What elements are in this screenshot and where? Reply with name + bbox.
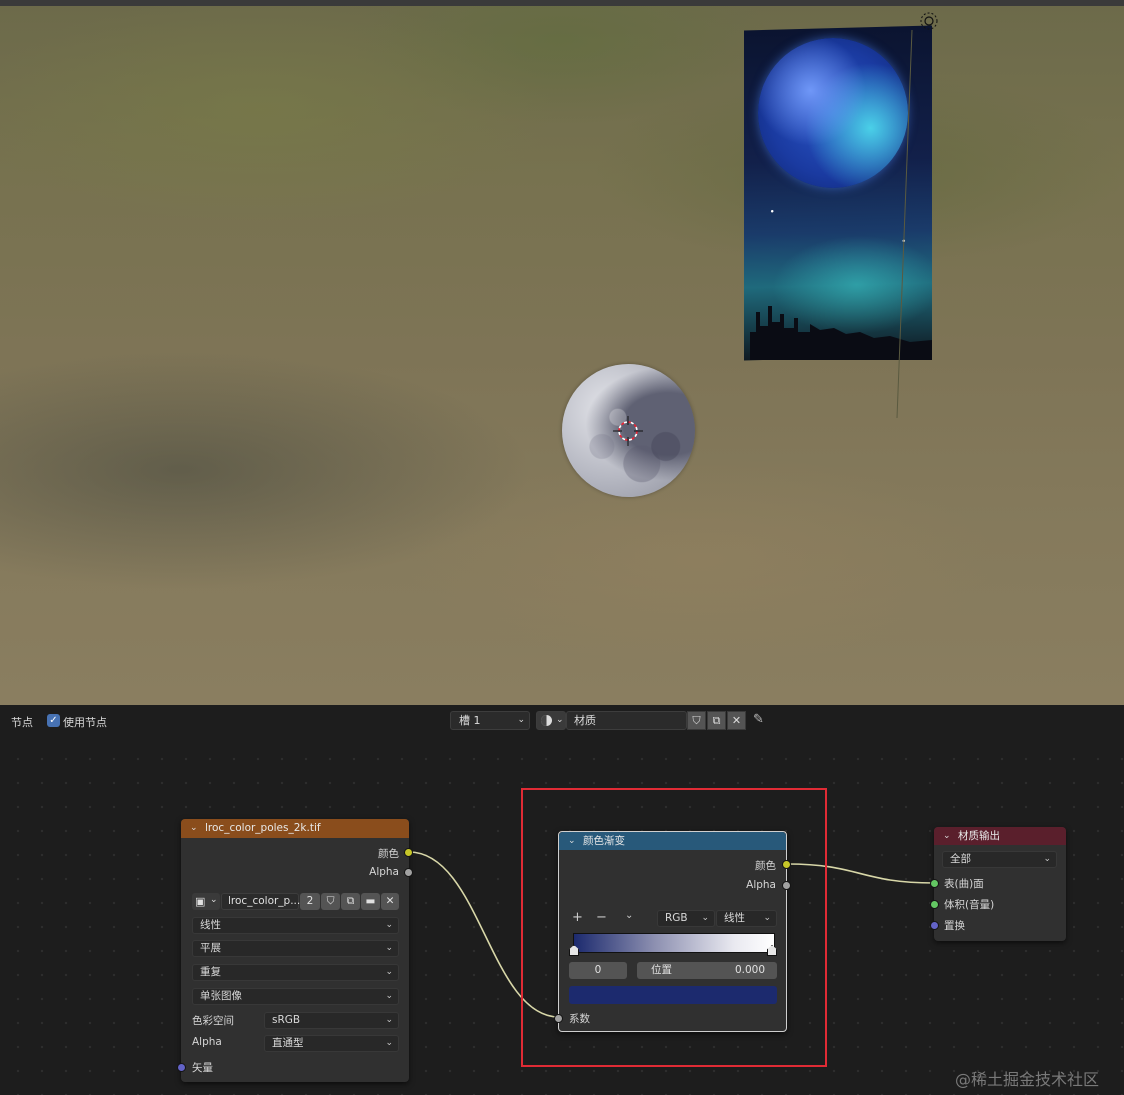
image-icon: ▣ xyxy=(195,895,206,908)
node-menu[interactable]: 节点 xyxy=(11,714,33,730)
source-value: 单张图像 xyxy=(200,990,242,1002)
duplicate-image-icon[interactable]: ⧉ xyxy=(341,893,360,910)
duplicate-material-icon[interactable]: ⧉ xyxy=(707,711,726,730)
input-displacement-label: 置换 xyxy=(944,920,965,932)
extension-dropdown[interactable]: 重复 ⌄ xyxy=(192,964,399,981)
input-volume-socket[interactable] xyxy=(930,900,939,909)
unlink-material-icon[interactable]: ✕ xyxy=(727,711,746,730)
material-output-node[interactable]: ⌄ 材质输出 全部 ⌄ 表(曲)面 体积(音量) 置换 xyxy=(930,827,1066,941)
projection-value: 平展 xyxy=(200,942,221,954)
chevron-down-icon: ⌄ xyxy=(210,895,218,905)
chevron-down-icon: ⌄ xyxy=(385,1015,393,1025)
use-nodes-checkbox[interactable]: ✓ xyxy=(47,714,60,727)
interpolation-dropdown[interactable]: 线性 ⌄ xyxy=(192,917,399,934)
output-color-label: 颜色 xyxy=(378,848,399,860)
extension-value: 重复 xyxy=(200,966,221,978)
material-name: 材质 xyxy=(574,714,596,727)
chevron-down-icon: ⌄ xyxy=(385,920,393,930)
input-vector-socket[interactable] xyxy=(177,1063,186,1072)
input-volume-label: 体积(音量) xyxy=(944,899,995,911)
watermark: @稀土掘金技术社区 xyxy=(955,1070,1100,1089)
node-editor-header: 节点 ✓ 使用节点 槽 1 ⌄ ⌄ 材质 ⛉ ⧉ ✕ ✎ xyxy=(0,705,1124,737)
output-node-header[interactable]: ⌄ 材质输出 xyxy=(934,827,1066,845)
collapse-chevron-icon[interactable]: ⌄ xyxy=(943,827,951,845)
pin-icon[interactable]: ✎ xyxy=(753,712,764,727)
chevron-down-icon: ⌄ xyxy=(1043,854,1051,864)
alpha-mode-value: 直通型 xyxy=(272,1037,304,1049)
collapse-chevron-icon[interactable]: ⌄ xyxy=(190,819,198,838)
output-color-socket[interactable] xyxy=(404,848,413,857)
alpha-mode-dropdown[interactable]: 直通型 ⌄ xyxy=(264,1035,399,1052)
light-object-icon[interactable] xyxy=(918,10,940,32)
input-surface-label: 表(曲)面 xyxy=(944,878,984,890)
slot-dropdown[interactable]: 槽 1 ⌄ xyxy=(450,711,530,730)
fake-user-shield-icon[interactable]: ⛉ xyxy=(321,893,340,910)
chevron-down-icon: ⌄ xyxy=(385,943,393,953)
material-sphere-icon xyxy=(541,715,552,726)
fake-user-shield-icon[interactable]: ⛉ xyxy=(687,711,706,730)
alpha-mode-label: Alpha xyxy=(192,1036,222,1048)
3d-viewport[interactable] xyxy=(0,0,1124,705)
output-alpha-label: Alpha xyxy=(369,866,399,878)
output-target-dropdown[interactable]: 全部 ⌄ xyxy=(942,851,1057,868)
image-texture-node[interactable]: ⌄ lroc_color_poles_2k.tif 颜色 Alpha ▣ ⌄ l… xyxy=(177,819,413,1082)
material-browse-button[interactable]: ⌄ xyxy=(536,711,566,730)
chevron-down-icon: ⌄ xyxy=(385,1038,393,1048)
user-count[interactable]: 2 xyxy=(300,893,320,910)
colorspace-value: sRGB xyxy=(272,1014,301,1026)
projection-dropdown[interactable]: 平展 ⌄ xyxy=(192,940,399,957)
input-displacement-socket[interactable] xyxy=(930,921,939,930)
colorspace-label: 色彩空间 xyxy=(192,1015,234,1027)
unlink-image-icon[interactable]: ✕ xyxy=(381,893,399,910)
image-browse-button[interactable]: ▣ ⌄ xyxy=(192,893,220,910)
chevron-down-icon: ⌄ xyxy=(517,715,525,725)
viewport-top-edge xyxy=(0,0,1124,6)
3d-cursor-icon[interactable] xyxy=(613,416,643,446)
input-surface-socket[interactable] xyxy=(930,879,939,888)
material-name-field[interactable]: 材质 xyxy=(566,711,687,730)
image-name: lroc_color_p... xyxy=(228,895,301,907)
light-line xyxy=(896,30,913,419)
chevron-down-icon: ⌄ xyxy=(385,967,393,977)
image-node-title: lroc_color_poles_2k.tif xyxy=(205,822,321,834)
output-node-title: 材质输出 xyxy=(958,830,1000,842)
use-nodes-label[interactable]: 使用节点 xyxy=(63,714,107,730)
slot-label: 槽 1 xyxy=(459,714,481,727)
interpolation-value: 线性 xyxy=(200,919,221,931)
chevron-down-icon: ⌄ xyxy=(385,991,393,1001)
image-node-header[interactable]: ⌄ lroc_color_poles_2k.tif xyxy=(181,819,409,838)
source-dropdown[interactable]: 单张图像 ⌄ xyxy=(192,988,399,1005)
highlight-box xyxy=(521,788,827,1067)
chevron-down-icon: ⌄ xyxy=(556,715,564,725)
output-target-value: 全部 xyxy=(950,853,971,865)
input-vector-label: 矢量 xyxy=(192,1062,213,1074)
blue-moon-in-sky-image xyxy=(758,38,908,188)
folder-icon[interactable]: ▬ xyxy=(361,893,380,910)
output-alpha-socket[interactable] xyxy=(404,868,413,877)
colorspace-dropdown[interactable]: sRGB ⌄ xyxy=(264,1012,399,1029)
image-name-field[interactable]: lroc_color_p... xyxy=(221,893,301,910)
